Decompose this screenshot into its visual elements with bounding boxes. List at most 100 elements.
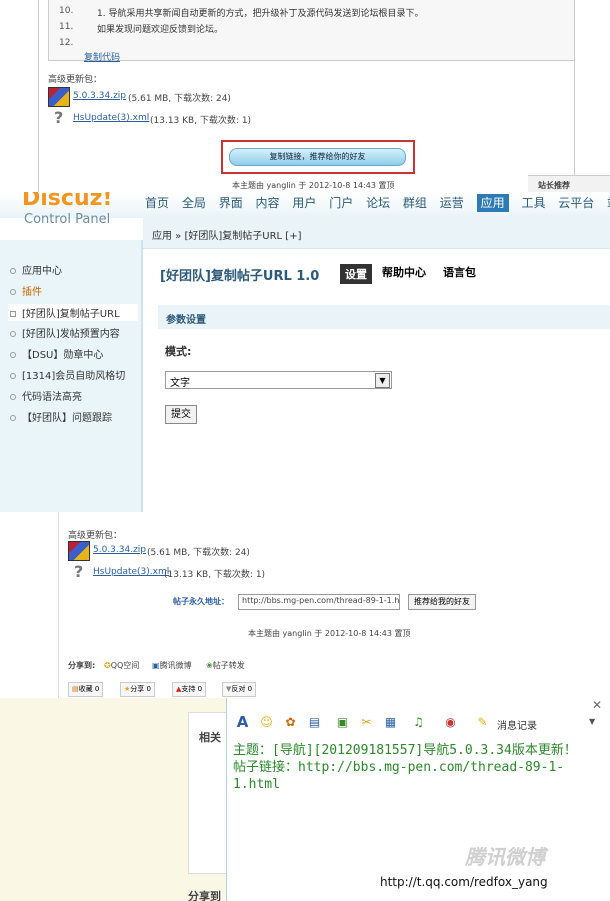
attachment-link-zip[interactable]: 5.0.3.34.zip (73, 91, 126, 101)
code-block: 10. 1. 导航采用共享新闻自动更新的方式，把升级补丁及源代码发送到论坛根目录… (48, 0, 575, 61)
bullet-icon (10, 331, 16, 337)
sidebar: 应用中心 插件 [好团队]复制帖子URL [好团队]发帖预置内容 【DSU】勋章… (0, 240, 143, 512)
support-button[interactable]: ▲支持 0 (172, 682, 207, 697)
repost-icon: ❀ (206, 661, 213, 670)
attachment-meta: (13.13 KB, 下载次数: 1) (164, 570, 266, 580)
bullet-icon (10, 394, 16, 400)
share-tweibo[interactable]: ▣腾讯微博 (152, 660, 192, 671)
line-number: 12. (59, 38, 74, 48)
nav-item-forum[interactable]: 论坛 (366, 196, 390, 210)
nav-item-home[interactable]: 首页 (145, 196, 169, 210)
related-panel: 相关 (188, 712, 228, 874)
sidebar-item-app-center[interactable]: 应用中心 (10, 262, 62, 277)
unknown-file-icon: ? (74, 562, 84, 581)
post-footer: 本主题由 yanglin 于 2012-10-8 14:43 置顶 (232, 181, 395, 190)
forum-post-bottom: 高级更新包： 5.0.3.34.zip (5.61 MB, 下载次数: 24) … (0, 512, 610, 698)
attachment-link-xml[interactable]: HsUpdate(3).xml (73, 113, 149, 123)
app-icon[interactable]: ◉ (443, 715, 458, 730)
emoji-icon[interactable]: ☺ (259, 715, 274, 730)
nav-item-style[interactable]: 界面 (219, 196, 243, 210)
highlight-box: 复制链接，推荐给你的好友 (221, 140, 415, 174)
font-icon[interactable]: A (235, 715, 250, 730)
music-icon[interactable]: ♫ (411, 715, 426, 730)
submit-button[interactable]: 提交 (165, 405, 197, 424)
bullet-icon (10, 289, 16, 295)
copy-link-button[interactable]: 复制链接，推荐给你的好友 (229, 148, 406, 166)
chat-toolbar: A ☺ ✿ ▤ ▣ ✂ ▦ ♫ ◉ ✎ 消息记录 ▼ (227, 710, 610, 736)
file-icon[interactable]: ▦ (383, 715, 398, 730)
magic-emoji-icon[interactable]: ✿ (283, 715, 298, 730)
nav-item-cloud[interactable]: 云平台 (558, 196, 594, 210)
image-icon[interactable]: ▣ (335, 715, 350, 730)
mode-select[interactable]: 文字 ▼ (165, 371, 392, 389)
recommend-button[interactable]: 推荐给我的好友 (408, 594, 476, 610)
share-button[interactable]: ★分享 0 (120, 682, 155, 697)
sidebar-item-copy-url[interactable]: [好团队]复制帖子URL (8, 304, 138, 321)
weibo-icon: ▣ (152, 661, 160, 670)
chat-message-input[interactable]: 主题：[导航][201209181557]导航5.0.3.34版本更新！ 帖子链… (233, 742, 603, 793)
shake-icon[interactable]: ▤ (307, 715, 322, 730)
mode-select-value: 文字 (170, 378, 190, 389)
post-footer: 本主题由 yanglin 于 2012-10-8 14:43 置顶 (248, 629, 411, 638)
rar-file-icon (48, 87, 70, 107)
mode-label: 模式: (165, 345, 192, 358)
nav-item-user[interactable]: 用户 (292, 196, 316, 210)
sidebar-item-tracker[interactable]: 【好团队】问题跟踪 (10, 409, 112, 424)
qzone-icon: ✪ (104, 661, 111, 670)
screenshot-icon[interactable]: ✂ (359, 715, 374, 730)
attachment-meta: (5.61 MB, 下载次数: 24) (128, 94, 231, 104)
code-line: 1. 导航采用共享新闻自动更新的方式，把升级补丁及源代码发送到论坛根目录下。 (97, 9, 424, 19)
oppose-button[interactable]: ▼反对 0 (222, 682, 257, 697)
nav-item-global[interactable]: 全局 (182, 196, 206, 210)
sidebar-item-plugins[interactable]: 插件 (10, 283, 42, 298)
breadcrumb[interactable]: 应用 » [好团队]复制帖子URL [+] (152, 227, 301, 242)
sidebar-item-medal[interactable]: 【DSU】勋章中心 (10, 346, 103, 361)
sidebar-item-preset[interactable]: [好团队]发帖预置内容 (10, 325, 120, 340)
forum-post-top: 10. 1. 导航采用共享新闻自动更新的方式，把升级补丁及源代码发送到论坛根目录… (0, 0, 610, 192)
message-line-topic: 主题：[导航][201209181557]导航5.0.3.34版本更新！ (233, 743, 577, 758)
attachment-meta: (13.13 KB, 下载次数: 1) (150, 116, 252, 126)
attachment-meta: (5.61 MB, 下载次数: 24) (147, 548, 250, 558)
qq-chat-overlay: 相关 分享到 A ☺ ✿ ▤ ▣ ✂ ▦ ♫ ◉ ✎ 消息记录 ▼ 主题：[导航… (0, 698, 610, 901)
tab-language[interactable]: 语言包 (443, 264, 476, 280)
control-panel-label: Control Panel (24, 212, 111, 227)
tab-help[interactable]: 帮助中心 (382, 264, 426, 280)
attachment-link-zip[interactable]: 5.0.3.34.zip (93, 545, 146, 555)
nav-item-tools[interactable]: 工具 (521, 196, 545, 210)
permalink-label: 帖子永久地址： (173, 597, 229, 606)
sidebar-item-syntax[interactable]: 代码语法高亮 (10, 388, 82, 403)
active-marker-icon (10, 311, 16, 317)
watermark-url: http://t.qq.com/redfox_yang (380, 875, 548, 889)
admin-control-panel: Discuz! 首页 全局 界面 内容 用户 门户 论坛 群组 运营 应用 工具… (0, 192, 610, 512)
share-repost[interactable]: ❀帖子转发 (206, 660, 245, 671)
copy-code-link[interactable]: 复制代码 (84, 50, 120, 63)
bullet-icon (10, 352, 16, 358)
favorite-button[interactable]: ▤收藏 0 (68, 682, 104, 697)
nav-item-content[interactable]: 内容 (256, 196, 280, 210)
sidebar-item-style-switch[interactable]: [1314]会员自助风格切 (10, 367, 125, 382)
chevron-down-icon[interactable]: ▼ (589, 717, 595, 726)
attachment-link-xml[interactable]: HsUpdate(3).xml (93, 567, 169, 577)
line-number: 10. (59, 6, 74, 16)
permalink-input[interactable]: http://bbs.mg-pen.com/thread-89-1-1.h (238, 594, 400, 610)
close-icon[interactable]: ✕ (592, 698, 602, 712)
message-history-button[interactable]: 消息记录 (497, 717, 537, 732)
bullet-icon (10, 415, 16, 421)
attachment-title: 高级更新包： (48, 75, 103, 85)
bullet-icon (10, 373, 16, 379)
line-number: 11. (59, 22, 74, 32)
favorite-icon: ▤ (72, 685, 79, 693)
code-line: 如果发现问题欢迎反馈到论坛。 (97, 25, 224, 35)
nav-item-portal[interactable]: 门户 (329, 196, 353, 210)
unknown-file-icon: ? (54, 108, 64, 127)
nav-item-operation[interactable]: 运营 (440, 196, 464, 210)
tab-settings[interactable]: 设置 (340, 264, 372, 284)
nav-item-apps[interactable]: 应用 (476, 194, 509, 212)
chevron-down-icon[interactable]: ▼ (375, 373, 390, 388)
history-icon[interactable]: ✎ (475, 715, 490, 730)
nav-item-group[interactable]: 群组 (403, 196, 427, 210)
attachment-title: 高级更新包： (68, 531, 123, 541)
tencent-weibo-watermark: 腾讯微博 (465, 845, 545, 869)
share-label: 分享到: (68, 661, 96, 670)
share-qzone[interactable]: ✪QQ空间 (104, 660, 139, 671)
